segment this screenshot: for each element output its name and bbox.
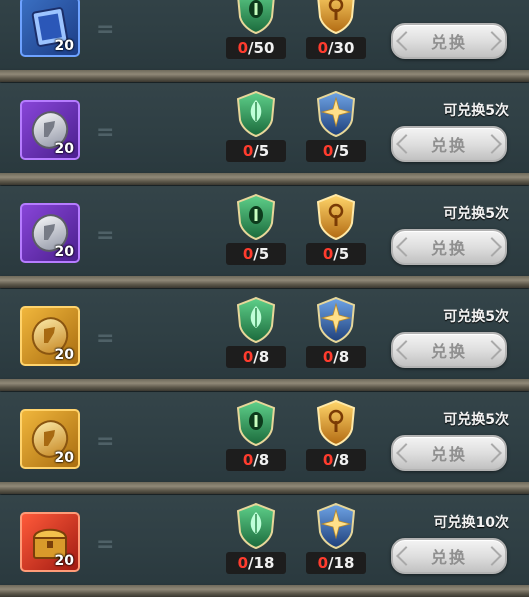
material-2[interactable]: 0/5	[306, 90, 366, 162]
item-count: 20	[54, 553, 74, 569]
have-count: 0	[242, 142, 254, 160]
material-1[interactable]: 0/8	[226, 399, 286, 471]
purple-silver-coin-icon[interactable]: 20	[20, 203, 80, 263]
equals-sign: =	[96, 120, 115, 145]
material-1[interactable]: 0/50	[226, 0, 286, 59]
material-2-quantity: 0/8	[306, 449, 366, 471]
exchange-button[interactable]: 兑换	[391, 332, 507, 368]
row-divider	[0, 276, 529, 288]
material-1-quantity: 0/8	[226, 346, 286, 368]
need-count: /18	[328, 554, 355, 572]
exchange-row: 20 = 0/8 0/8 可兑换5次 兑换	[0, 289, 529, 379]
have-count: 0	[322, 245, 334, 263]
need-count: /8	[333, 451, 350, 469]
material-2-quantity: 0/5	[306, 243, 366, 265]
exchange-button[interactable]: 兑换	[391, 126, 507, 162]
row-divider	[0, 482, 529, 494]
material-2-quantity: 0/30	[306, 37, 366, 59]
material-1-quantity: 0/50	[226, 37, 286, 59]
need-count: /5	[333, 245, 350, 263]
equals-sign: =	[96, 17, 115, 42]
exchange-row: 20 = 0/5 0/5 可兑换5次 兑换	[0, 83, 529, 173]
material-1[interactable]: 0/5	[226, 193, 286, 265]
have-count: 0	[242, 348, 254, 366]
exchange-button[interactable]: 兑换	[391, 435, 507, 471]
gold-coin-icon[interactable]: 20	[20, 409, 80, 469]
material-1[interactable]: 0/5	[226, 90, 286, 162]
have-count: 0	[322, 348, 334, 366]
need-count: /18	[248, 554, 275, 572]
exchange-row: 20 = 0/50 0/30 兑换	[0, 0, 529, 70]
exchange-row: 20 = 0/8 0/8 可兑换5次 兑换	[0, 392, 529, 482]
item-count: 20	[54, 38, 74, 54]
material-2-quantity: 0/8	[306, 346, 366, 368]
purple-silver-coin-icon[interactable]: 20	[20, 100, 80, 160]
need-count: /5	[253, 142, 270, 160]
row-divider	[0, 173, 529, 185]
need-count: /5	[333, 142, 350, 160]
treasure-chest-icon[interactable]: 20	[20, 512, 80, 572]
need-count: /8	[253, 348, 270, 366]
exchange-row: 20 = 0/18 0/18 可兑换10次 兑换	[0, 495, 529, 585]
have-count: 0	[242, 245, 254, 263]
need-count: /8	[253, 451, 270, 469]
material-2[interactable]: 0/18	[306, 502, 366, 574]
have-count: 0	[322, 142, 334, 160]
material-1-quantity: 0/8	[226, 449, 286, 471]
have-count: 0	[322, 451, 334, 469]
exchange-limit: 可兑换5次	[443, 309, 509, 325]
need-count: /30	[328, 39, 355, 57]
exchange-limit: 可兑换10次	[433, 515, 509, 531]
need-count: /8	[333, 348, 350, 366]
have-count: 0	[242, 451, 254, 469]
material-2[interactable]: 0/5	[306, 193, 366, 265]
material-2-quantity: 0/5	[306, 140, 366, 162]
gold-coin-icon[interactable]: 20	[20, 306, 80, 366]
material-1-quantity: 0/5	[226, 243, 286, 265]
material-2-quantity: 0/18	[306, 552, 366, 574]
equals-sign: =	[96, 223, 115, 248]
equals-sign: =	[96, 326, 115, 351]
material-2[interactable]: 0/8	[306, 399, 366, 471]
have-count: 0	[317, 554, 329, 572]
equals-sign: =	[96, 429, 115, 454]
material-1-quantity: 0/18	[226, 552, 286, 574]
item-count: 20	[54, 141, 74, 157]
exchange-row: 20 = 0/5 0/5 可兑换5次 兑换	[0, 186, 529, 276]
blue-card-icon[interactable]: 20	[20, 0, 80, 57]
material-1-quantity: 0/5	[226, 140, 286, 162]
row-divider	[0, 70, 529, 82]
item-count: 20	[54, 347, 74, 363]
row-divider	[0, 379, 529, 391]
exchange-limit: 可兑换5次	[443, 412, 509, 428]
have-count: 0	[317, 39, 329, 57]
exchange-button[interactable]: 兑换	[391, 229, 507, 265]
need-count: /5	[253, 245, 270, 263]
material-1[interactable]: 0/8	[226, 296, 286, 368]
have-count: 0	[237, 39, 249, 57]
material-2[interactable]: 0/8	[306, 296, 366, 368]
item-count: 20	[54, 244, 74, 260]
exchange-button[interactable]: 兑换	[391, 23, 507, 59]
material-1[interactable]: 0/18	[226, 502, 286, 574]
material-2[interactable]: 0/30	[306, 0, 366, 59]
item-count: 20	[54, 450, 74, 466]
exchange-button[interactable]: 兑换	[391, 538, 507, 574]
exchange-limit: 可兑换5次	[443, 206, 509, 222]
need-count: /50	[248, 39, 275, 57]
row-divider	[0, 585, 529, 597]
have-count: 0	[237, 554, 249, 572]
equals-sign: =	[96, 532, 115, 557]
exchange-limit: 可兑换5次	[443, 103, 509, 119]
